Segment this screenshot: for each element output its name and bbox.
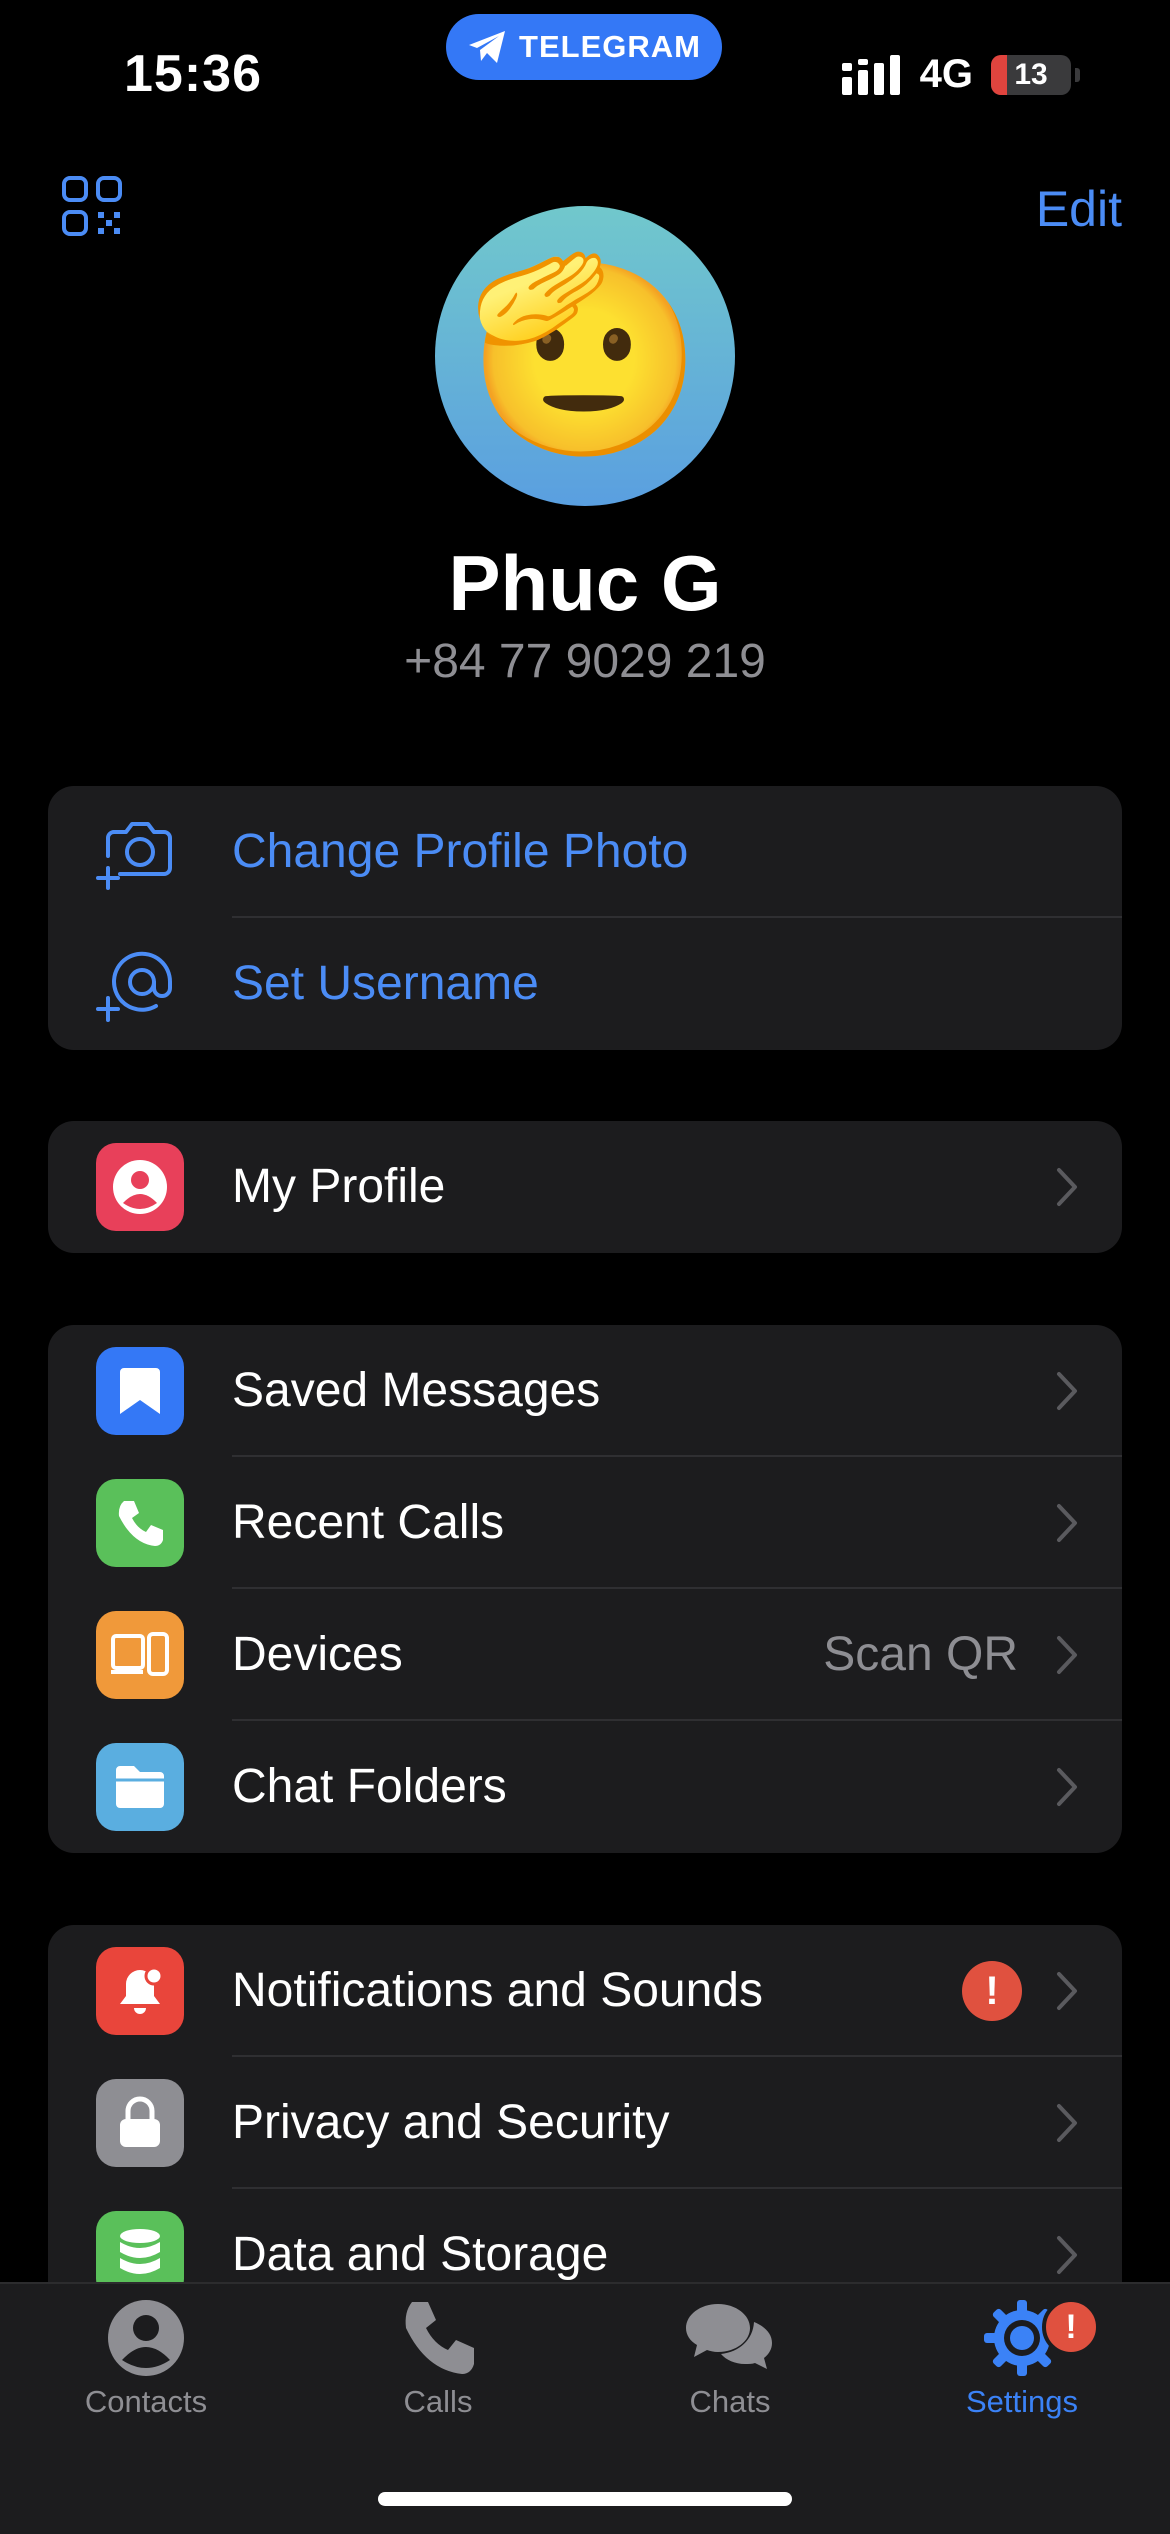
- chevron-right-icon: [1057, 2104, 1077, 2142]
- bookmark-icon: [96, 1347, 184, 1435]
- telegram-pill[interactable]: TELEGRAM: [446, 14, 722, 80]
- devices-label: Devices: [232, 1628, 403, 1681]
- chat-folders-row[interactable]: Chat Folders: [48, 1721, 1122, 1853]
- privacy-row[interactable]: Privacy and Security: [48, 2057, 1122, 2189]
- battery-cap: [1075, 67, 1080, 82]
- battery-icon: 13: [991, 54, 1071, 95]
- person-icon: [96, 1143, 184, 1231]
- chevron-right-icon: [1057, 1972, 1077, 2010]
- set-username-label: Set Username: [232, 957, 539, 1010]
- alert-badge: !: [962, 1961, 1022, 2021]
- recent-calls-row[interactable]: Recent Calls: [48, 1457, 1122, 1589]
- home-indicator[interactable]: [378, 2492, 792, 2506]
- network-type: 4G: [919, 52, 973, 96]
- chevron-right-icon: [1057, 1636, 1077, 1674]
- my-profile-label: My Profile: [232, 1160, 446, 1213]
- status-bar: 15:36 TELEGRAM 4G 13: [0, 0, 1170, 150]
- pill-label: TELEGRAM: [519, 29, 701, 64]
- chevron-right-icon: [1057, 1372, 1077, 1410]
- chevron-right-icon: [1057, 1168, 1077, 1206]
- lock-icon: [96, 2079, 184, 2167]
- chevron-right-icon: [1057, 2236, 1077, 2274]
- profile-name: Phuc G: [448, 539, 722, 627]
- phone-icon: [96, 1479, 184, 1567]
- status-time: 15:36: [124, 45, 262, 103]
- devices-row[interactable]: Devices Scan QR: [48, 1589, 1122, 1721]
- bell-icon: [96, 1947, 184, 2035]
- profile-phone: +84 77 9029 219: [404, 635, 766, 688]
- notifications-label: Notifications and Sounds: [232, 1964, 763, 2017]
- tab-contacts[interactable]: Contacts: [0, 2298, 292, 2448]
- network-status: 4G 13: [841, 52, 1080, 97]
- change-profile-photo-label: Change Profile Photo: [232, 825, 689, 878]
- settings-badge: !: [1042, 2298, 1100, 2356]
- edit-button[interactable]: Edit: [1036, 180, 1122, 238]
- avatar-emoji: 🫡: [466, 250, 704, 462]
- tab-label: Chats: [689, 2384, 771, 2419]
- chevron-right-icon: [1057, 1504, 1077, 1542]
- tab-settings[interactable]: ! Settings: [876, 2298, 1168, 2448]
- set-username-row[interactable]: Set Username: [48, 918, 1122, 1050]
- folder-icon: [96, 1743, 184, 1831]
- saved-messages-row[interactable]: Saved Messages: [48, 1325, 1122, 1457]
- tab-calls[interactable]: Calls: [292, 2298, 584, 2448]
- chat-bubbles-icon: [686, 2304, 772, 2369]
- recent-calls-label: Recent Calls: [232, 1496, 505, 1549]
- profile-group: My Profile: [48, 1121, 1122, 1253]
- devices-value: Scan QR: [823, 1628, 1018, 1681]
- at-plus-icon: [96, 951, 173, 1022]
- avatar[interactable]: 🫡: [435, 206, 735, 506]
- main-group: Saved Messages Recent Calls Devices Scan…: [48, 1325, 1122, 1853]
- chevron-right-icon: [1057, 1768, 1077, 1806]
- tab-label: Contacts: [84, 2384, 208, 2419]
- phone-icon: [405, 2302, 474, 2374]
- saved-messages-label: Saved Messages: [232, 1364, 601, 1417]
- tab-chats[interactable]: Chats: [584, 2298, 876, 2448]
- battery-level: 13: [1014, 57, 1048, 91]
- notifications-row[interactable]: Notifications and Sounds !: [48, 1925, 1122, 2057]
- my-profile-row[interactable]: My Profile: [48, 1121, 1122, 1253]
- camera-plus-icon: [96, 822, 172, 890]
- tab-label: Settings: [965, 2384, 1078, 2419]
- account-group: Change Profile Photo Set Username: [48, 786, 1122, 1050]
- person-circle-icon: [108, 2300, 184, 2376]
- signal-icon: [841, 54, 900, 95]
- send-icon: [469, 31, 506, 63]
- qr-code-icon: [62, 176, 122, 236]
- devices-icon: [96, 1611, 184, 1699]
- chat-folders-label: Chat Folders: [232, 1760, 507, 1813]
- qr-code-button[interactable]: [62, 176, 122, 236]
- change-profile-photo-row[interactable]: Change Profile Photo: [48, 786, 1122, 918]
- privacy-label: Privacy and Security: [232, 2096, 670, 2149]
- tab-label: Calls: [403, 2384, 473, 2419]
